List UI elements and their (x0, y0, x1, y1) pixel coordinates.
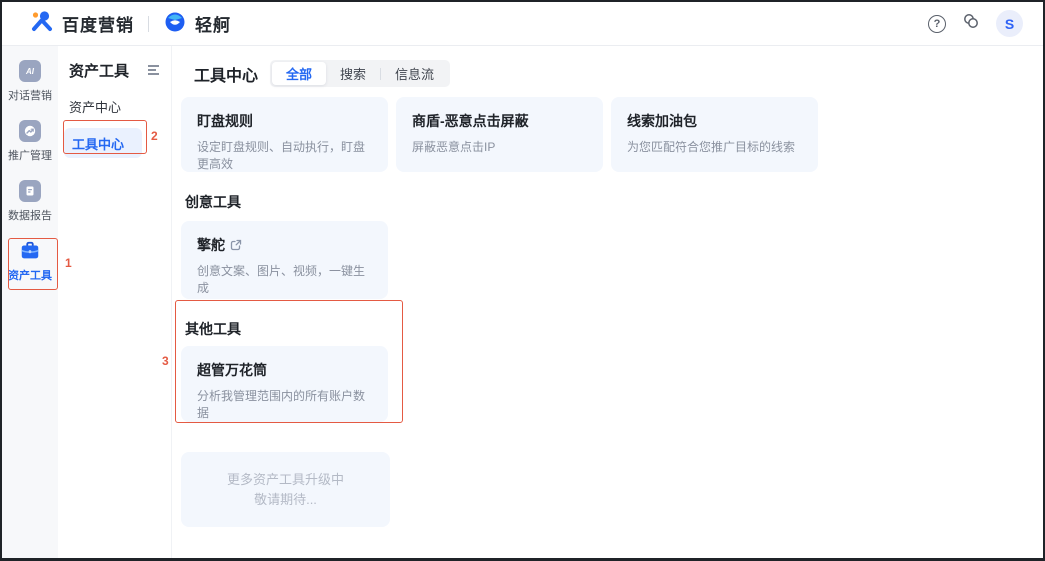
subnav-item-tool-center[interactable]: 工具中心 (64, 128, 142, 158)
sidebar-item-data-report[interactable]: 数据报告 (2, 180, 58, 224)
card-super-kaleidoscope[interactable]: 超管万花筒 分析我管理范围内的所有账户数据 (181, 346, 388, 422)
sidebar-item-asset-tools[interactable]: 资产工具 (2, 240, 58, 284)
collapse-panel-icon[interactable] (148, 65, 161, 76)
panel-title: 资产工具 (69, 60, 129, 81)
tool-cards-row: 盯盘规则 设定盯盘规则、自动执行，盯盘更高效 商盾-恶意点击屏蔽 屏蔽恶意点击I… (181, 97, 1043, 172)
qingge-logo-icon (163, 9, 187, 38)
card-title: 盯盘规则 (197, 111, 372, 131)
overlapping-windows-icon[interactable] (962, 12, 980, 35)
app-window: 百度营销 轻舸 ? S (0, 0, 1045, 561)
card-title: 商盾-恶意点击屏蔽 (412, 111, 587, 131)
card-desc: 为您匹配符合您推广目标的线索 (627, 138, 802, 155)
more-tools-placeholder: 更多资产工具升级中 敬请期待... (181, 452, 390, 527)
card-desc: 设定盯盘规则、自动执行，盯盘更高效 (197, 138, 372, 172)
sidebar-item-label: 推广管理 (8, 147, 52, 163)
card-watch-rules[interactable]: 盯盘规则 设定盯盘规则、自动执行，盯盘更高效 (181, 97, 388, 172)
brand-secondary: 轻舸 (195, 11, 231, 36)
subnav-item-asset-center[interactable]: 资产中心 (69, 97, 171, 116)
report-doc-icon (19, 180, 41, 202)
placeholder-line2: 敬请期待... (254, 490, 317, 510)
brand-primary: 百度营销 (62, 11, 134, 36)
card-title: 擎舵 (197, 235, 372, 255)
tab-search[interactable]: 搜索 (326, 62, 380, 85)
card-title-text: 擎舵 (197, 235, 225, 255)
section-title-other-tools: 其他工具 (185, 319, 1043, 339)
external-link-icon (230, 239, 242, 251)
asset-tools-panel: 资产工具 资产中心 工具中心 (58, 46, 172, 559)
help-icon[interactable]: ? (928, 15, 946, 33)
svg-text:AI: AI (25, 67, 35, 76)
placeholder-line1: 更多资产工具升级中 (227, 470, 344, 490)
body: AI 对话营销 推广管理 (2, 46, 1043, 559)
card-shield-click-block[interactable]: 商盾-恶意点击屏蔽 屏蔽恶意点击IP (396, 97, 603, 172)
card-lead-booster[interactable]: 线索加油包 为您匹配符合您推广目标的线索 (611, 97, 818, 172)
main-content: 工具中心 全部 搜索 信息流 盯盘规则 设定盯盘规则、自动执行，盯盘更高效 商盾… (172, 46, 1043, 559)
brand-area: 百度营销 轻舸 (30, 9, 231, 38)
briefcase-icon (19, 240, 41, 262)
section-title-creative-tools: 创意工具 (185, 192, 1043, 212)
card-desc: 创意文案、图片、视频，一键生成 (197, 262, 372, 296)
card-title: 超管万花筒 (197, 360, 372, 380)
sidebar-item-label: 数据报告 (8, 207, 52, 223)
sidebar-item-promotion-management[interactable]: 推广管理 (2, 120, 58, 164)
card-title: 线索加油包 (627, 111, 802, 131)
promotion-chart-icon (19, 120, 41, 142)
tab-all[interactable]: 全部 (272, 62, 326, 85)
card-desc: 屏蔽恶意点击IP (412, 138, 587, 155)
card-qingduo[interactable]: 擎舵 创意文案、图片、视频，一键生成 (181, 221, 388, 299)
primary-sidebar: AI 对话营销 推广管理 (2, 46, 58, 559)
tool-filter-tabs: 全部 搜索 信息流 (270, 60, 450, 87)
page-title: 工具中心 (194, 62, 258, 86)
sidebar-item-dialog-marketing[interactable]: AI 对话营销 (2, 60, 58, 104)
avatar[interactable]: S (996, 10, 1023, 37)
main-header: 工具中心 全部 搜索 信息流 (181, 60, 1043, 87)
tab-feed[interactable]: 信息流 (381, 62, 448, 85)
sidebar-item-label: 对话营销 (8, 87, 52, 103)
baidu-marketing-logo-icon (30, 9, 54, 38)
ai-chat-icon: AI (19, 60, 41, 82)
sidebar-item-label: 资产工具 (8, 267, 52, 283)
card-desc: 分析我管理范围内的所有账户数据 (197, 387, 372, 421)
top-bar: 百度营销 轻舸 ? S (2, 2, 1043, 46)
asset-tools-panel-header: 资产工具 (58, 60, 171, 81)
brand-divider (148, 16, 149, 32)
topbar-actions: ? S (928, 10, 1023, 37)
